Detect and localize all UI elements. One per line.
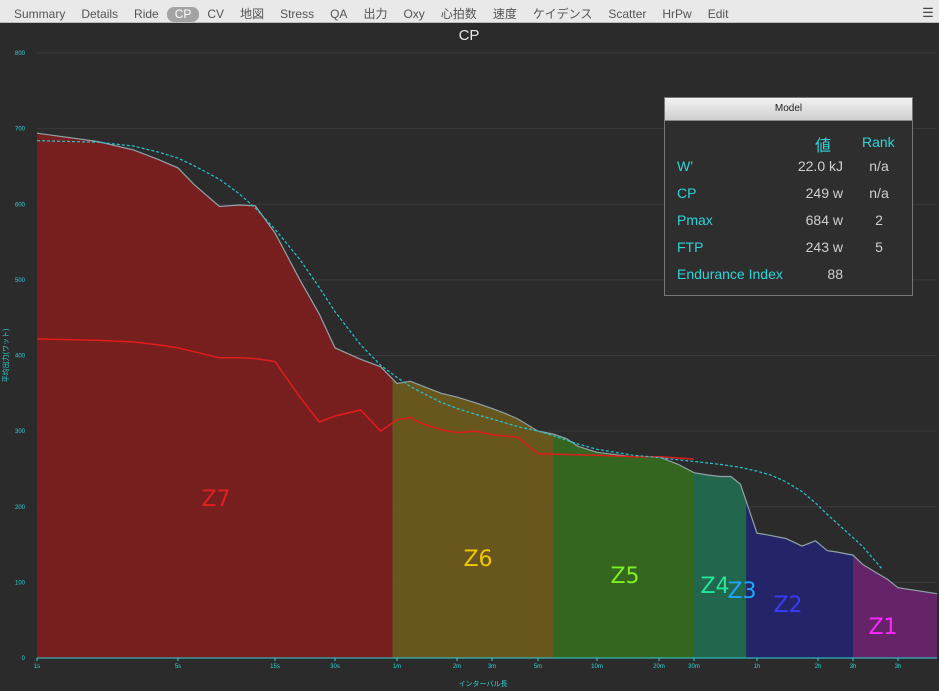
legend-row-1-value: 249 w <box>805 185 843 201</box>
y-tick-label-2: 200 <box>15 505 26 511</box>
zone-label-z7: Z7 <box>201 487 230 512</box>
y-tick-label-8: 800 <box>15 51 26 57</box>
hamburger-menu-icon[interactable]: ☰ <box>921 6 935 20</box>
tab-0[interactable]: Summary <box>6 7 73 22</box>
zone-label-z4: Z4 <box>700 574 729 599</box>
y-tick-label-4: 400 <box>15 354 26 360</box>
x-tick-label-9: 20m <box>653 664 665 670</box>
chart-title: CP <box>459 27 480 44</box>
legend-row-0-value: 22.0 kJ <box>797 158 843 174</box>
y-tick-label-1: 100 <box>15 580 26 586</box>
x-tick-label-12: 2h <box>815 664 822 670</box>
zone-label-z5: Z5 <box>610 564 639 589</box>
tab-6[interactable]: Stress <box>272 7 322 22</box>
zone-label-z2: Z2 <box>773 593 802 618</box>
tab-2[interactable]: Ride <box>126 7 167 22</box>
tab-1[interactable]: Details <box>73 7 126 22</box>
zone-area-z1 <box>853 555 937 658</box>
x-tick-label-2: 15s <box>270 664 280 670</box>
x-tick-label-8: 10m <box>591 664 603 670</box>
x-tick-label-7: 5m <box>534 664 542 670</box>
y-tick-label-7: 700 <box>15 127 26 133</box>
x-axis-label: インターバル長 <box>459 679 508 688</box>
legend-row-4-name: Endurance Index <box>677 266 783 282</box>
y-axis-label: 平均出力(ワット) <box>1 329 10 383</box>
zone-area-z5 <box>553 434 694 658</box>
legend-row-0-name: W' <box>677 158 693 174</box>
tab-bar: Summary Details Ride CP CV 地図 Stress QA 出力 Oxy 心拍数… <box>0 0 939 23</box>
tab-9[interactable]: Oxy <box>395 7 432 22</box>
zone-label-z3: Z3 <box>727 579 756 604</box>
y-tick-label-5: 500 <box>15 278 26 284</box>
zone-area-z2 <box>746 501 853 658</box>
x-tick-label-14: 3h <box>895 664 902 670</box>
tab-7[interactable]: QA <box>322 7 355 22</box>
legend-row-1-rank: n/a <box>869 185 889 201</box>
tab-8[interactable]: 出力 <box>355 7 395 22</box>
model-legend-panel: Model 値 Rank W' 22.0 kJ n/a CP 249 w n/a Pmax 6… <box>664 97 913 296</box>
tab-12[interactable]: ケイデンス <box>525 7 601 22</box>
legend-row-3-value: 243 w <box>805 239 843 255</box>
x-tick-label-11: 1h <box>754 664 761 670</box>
zone-label-z6: Z6 <box>463 547 492 572</box>
tab-11[interactable]: 速度 <box>485 7 525 22</box>
x-tick-label-10: 30m <box>688 664 700 670</box>
y-tick-label-6: 600 <box>15 202 26 208</box>
legend-row-4-value: 88 <box>827 266 843 282</box>
tab-3[interactable]: CP <box>166 7 200 22</box>
legend-row-1-name: CP <box>677 185 697 201</box>
legend-title[interactable]: Model <box>665 98 912 121</box>
x-tick-label-13: 3h <box>850 664 857 670</box>
tab-4[interactable]: CV <box>199 7 232 22</box>
zone-area-z4 <box>694 472 747 658</box>
zone-label-z1: Z1 <box>868 615 897 640</box>
x-tick-label-4: 1m <box>393 664 401 670</box>
legend-header-rank: Rank <box>862 134 895 150</box>
legend-row-3-rank: 5 <box>875 239 883 255</box>
tab-13[interactable]: Scatter <box>600 7 654 22</box>
x-tick-label-6: 3m <box>488 664 496 670</box>
x-tick-label-3: 30s <box>330 664 340 670</box>
tab-14[interactable]: HrPw <box>654 7 699 22</box>
tab-list: Summary Details Ride CP CV 地図 Stress QA 出力 Oxy 心拍数… <box>6 7 736 22</box>
x-tick-label-1: 5s <box>175 664 181 670</box>
legend-row-2-rank: 2 <box>875 212 883 228</box>
legend-header-value: 値 <box>815 138 832 155</box>
y-tick-label-0: 0 <box>22 656 26 662</box>
tab-10[interactable]: 心拍数 <box>433 7 485 22</box>
legend-row-3-name: FTP <box>677 239 704 255</box>
x-tick-label-5: 2m <box>453 664 461 670</box>
legend-row-2-name: Pmax <box>677 212 713 228</box>
y-tick-label-3: 300 <box>15 429 26 435</box>
x-tick-label-0: 1s <box>34 664 40 670</box>
tab-15[interactable]: Edit <box>700 7 737 22</box>
legend-row-0-rank: n/a <box>869 158 889 174</box>
legend-row-2-value: 684 w <box>805 212 843 228</box>
zone-area-z7 <box>37 133 393 659</box>
tab-5[interactable]: 地図 <box>232 7 272 22</box>
